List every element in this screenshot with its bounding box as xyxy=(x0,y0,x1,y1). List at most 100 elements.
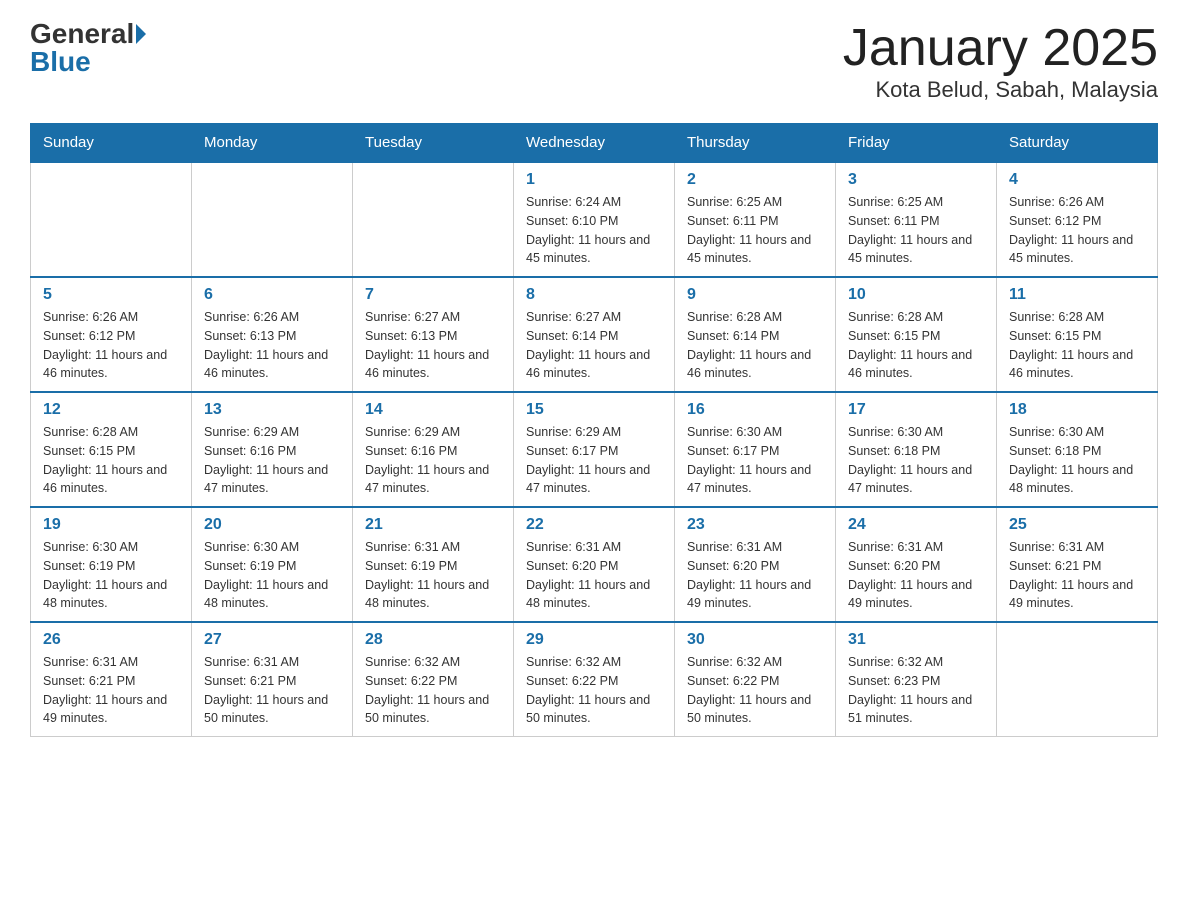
calendar-cell: 27 Sunrise: 6:31 AM Sunset: 6:21 PM Dayli… xyxy=(192,622,353,737)
day-number: 2 xyxy=(687,171,823,189)
calendar-cell: 10 Sunrise: 6:28 AM Sunset: 6:15 PM Dayli… xyxy=(836,277,997,392)
calendar-cell: 13 Sunrise: 6:29 AM Sunset: 6:16 PM Dayli… xyxy=(192,392,353,507)
location-title: Kota Belud, Sabah, Malaysia xyxy=(843,77,1158,103)
day-info: Sunrise: 6:30 AM Sunset: 6:19 PM Dayligh… xyxy=(43,538,179,613)
calendar-cell: 6Sunrise: 6:26 AM Sunset: 6:13 PM Daylig… xyxy=(192,277,353,392)
calendar-cell: 22 Sunrise: 6:31 AM Sunset: 6:20 PM Dayli… xyxy=(514,507,675,622)
day-number: 23 xyxy=(687,516,823,534)
weekday-header-monday: Monday xyxy=(192,124,353,163)
day-number: 26 xyxy=(43,631,179,649)
calendar-cell xyxy=(997,622,1158,737)
day-number: 30 xyxy=(687,631,823,649)
calendar-cell: 26 Sunrise: 6:31 AM Sunset: 6:21 PM Dayli… xyxy=(31,622,192,737)
calendar-cell: 30 Sunrise: 6:32 AM Sunset: 6:22 PM Dayli… xyxy=(675,622,836,737)
day-number: 16 xyxy=(687,401,823,419)
calendar-week-row: 26 Sunrise: 6:31 AM Sunset: 6:21 PM Dayli… xyxy=(31,622,1158,737)
calendar-cell: 7 Sunrise: 6:27 AM Sunset: 6:13 PM Daylig… xyxy=(353,277,514,392)
day-info: Sunrise: 6:24 AM Sunset: 6:10 PM Dayligh… xyxy=(526,193,662,268)
calendar-week-row: 5Sunrise: 6:26 AM Sunset: 6:12 PM Daylig… xyxy=(31,277,1158,392)
weekday-header-friday: Friday xyxy=(836,124,997,163)
calendar-cell: 21 Sunrise: 6:31 AM Sunset: 6:19 PM Dayli… xyxy=(353,507,514,622)
day-info: Sunrise: 6:26 AM Sunset: 6:12 PM Dayligh… xyxy=(1009,193,1145,268)
day-info: Sunrise: 6:31 AM Sunset: 6:20 PM Dayligh… xyxy=(526,538,662,613)
calendar-cell: 24 Sunrise: 6:31 AM Sunset: 6:20 PM Dayli… xyxy=(836,507,997,622)
day-info: Sunrise: 6:25 AM Sunset: 6:11 PM Dayligh… xyxy=(687,193,823,268)
calendar-cell: 29Sunrise: 6:32 AM Sunset: 6:22 PM Dayli… xyxy=(514,622,675,737)
day-info: Sunrise: 6:28 AM Sunset: 6:14 PM Dayligh… xyxy=(687,308,823,383)
header-right: January 2025 Kota Belud, Sabah, Malaysia xyxy=(843,20,1158,103)
day-number: 17 xyxy=(848,401,984,419)
day-info: Sunrise: 6:31 AM Sunset: 6:21 PM Dayligh… xyxy=(204,653,340,728)
day-number: 28 xyxy=(365,631,501,649)
day-number: 24 xyxy=(848,516,984,534)
day-number: 14 xyxy=(365,401,501,419)
calendar-cell: 1 Sunrise: 6:24 AM Sunset: 6:10 PM Daylig… xyxy=(514,162,675,277)
weekday-header-sunday: Sunday xyxy=(31,124,192,163)
day-info: Sunrise: 6:28 AM Sunset: 6:15 PM Dayligh… xyxy=(848,308,984,383)
calendar-week-row: 1 Sunrise: 6:24 AM Sunset: 6:10 PM Daylig… xyxy=(31,162,1158,277)
day-info: Sunrise: 6:32 AM Sunset: 6:22 PM Dayligh… xyxy=(365,653,501,728)
day-info: Sunrise: 6:29 AM Sunset: 6:16 PM Dayligh… xyxy=(365,423,501,498)
day-number: 13 xyxy=(204,401,340,419)
day-number: 15 xyxy=(526,401,662,419)
calendar-cell: 28 Sunrise: 6:32 AM Sunset: 6:22 PM Dayli… xyxy=(353,622,514,737)
day-number: 27 xyxy=(204,631,340,649)
day-info: Sunrise: 6:31 AM Sunset: 6:21 PM Dayligh… xyxy=(43,653,179,728)
day-number: 12 xyxy=(43,401,179,419)
day-number: 22 xyxy=(526,516,662,534)
page-header: General Blue January 2025 Kota Belud, Sa… xyxy=(30,20,1158,103)
day-number: 5 xyxy=(43,286,179,304)
day-info: Sunrise: 6:31 AM Sunset: 6:19 PM Dayligh… xyxy=(365,538,501,613)
calendar-cell xyxy=(31,162,192,277)
day-info: Sunrise: 6:27 AM Sunset: 6:13 PM Dayligh… xyxy=(365,308,501,383)
day-info: Sunrise: 6:32 AM Sunset: 6:22 PM Dayligh… xyxy=(687,653,823,728)
day-number: 8 xyxy=(526,286,662,304)
day-info: Sunrise: 6:32 AM Sunset: 6:23 PM Dayligh… xyxy=(848,653,984,728)
calendar-cell: 3 Sunrise: 6:25 AM Sunset: 6:11 PM Daylig… xyxy=(836,162,997,277)
day-number: 11 xyxy=(1009,286,1145,304)
day-number: 9 xyxy=(687,286,823,304)
weekday-header-tuesday: Tuesday xyxy=(353,124,514,163)
logo-arrow-icon xyxy=(136,24,146,44)
calendar-cell: 19 Sunrise: 6:30 AM Sunset: 6:19 PM Dayli… xyxy=(31,507,192,622)
calendar-cell xyxy=(192,162,353,277)
calendar-header-row: SundayMondayTuesdayWednesdayThursdayFrid… xyxy=(31,124,1158,163)
calendar-cell xyxy=(353,162,514,277)
day-info: Sunrise: 6:30 AM Sunset: 6:17 PM Dayligh… xyxy=(687,423,823,498)
calendar-cell: 15 Sunrise: 6:29 AM Sunset: 6:17 PM Dayli… xyxy=(514,392,675,507)
calendar-cell: 12 Sunrise: 6:28 AM Sunset: 6:15 PM Dayli… xyxy=(31,392,192,507)
day-number: 25 xyxy=(1009,516,1145,534)
calendar-cell: 8 Sunrise: 6:27 AM Sunset: 6:14 PM Daylig… xyxy=(514,277,675,392)
day-number: 1 xyxy=(526,171,662,189)
day-number: 4 xyxy=(1009,171,1145,189)
day-info: Sunrise: 6:29 AM Sunset: 6:17 PM Dayligh… xyxy=(526,423,662,498)
day-info: Sunrise: 6:31 AM Sunset: 6:21 PM Dayligh… xyxy=(1009,538,1145,613)
calendar-cell: 17Sunrise: 6:30 AM Sunset: 6:18 PM Dayli… xyxy=(836,392,997,507)
day-info: Sunrise: 6:28 AM Sunset: 6:15 PM Dayligh… xyxy=(43,423,179,498)
day-info: Sunrise: 6:31 AM Sunset: 6:20 PM Dayligh… xyxy=(848,538,984,613)
calendar-cell: 16 Sunrise: 6:30 AM Sunset: 6:17 PM Dayli… xyxy=(675,392,836,507)
calendar-cell: 4 Sunrise: 6:26 AM Sunset: 6:12 PM Daylig… xyxy=(997,162,1158,277)
day-info: Sunrise: 6:29 AM Sunset: 6:16 PM Dayligh… xyxy=(204,423,340,498)
day-number: 10 xyxy=(848,286,984,304)
weekday-header-saturday: Saturday xyxy=(997,124,1158,163)
day-number: 29 xyxy=(526,631,662,649)
day-number: 7 xyxy=(365,286,501,304)
calendar-cell: 18 Sunrise: 6:30 AM Sunset: 6:18 PM Dayli… xyxy=(997,392,1158,507)
calendar-cell: 23Sunrise: 6:31 AM Sunset: 6:20 PM Dayli… xyxy=(675,507,836,622)
calendar-cell: 14 Sunrise: 6:29 AM Sunset: 6:16 PM Dayli… xyxy=(353,392,514,507)
day-info: Sunrise: 6:28 AM Sunset: 6:15 PM Dayligh… xyxy=(1009,308,1145,383)
calendar-cell: 5Sunrise: 6:26 AM Sunset: 6:12 PM Daylig… xyxy=(31,277,192,392)
day-info: Sunrise: 6:27 AM Sunset: 6:14 PM Dayligh… xyxy=(526,308,662,383)
day-number: 18 xyxy=(1009,401,1145,419)
day-number: 19 xyxy=(43,516,179,534)
day-number: 3 xyxy=(848,171,984,189)
weekday-header-thursday: Thursday xyxy=(675,124,836,163)
calendar-cell: 20Sunrise: 6:30 AM Sunset: 6:19 PM Dayli… xyxy=(192,507,353,622)
day-info: Sunrise: 6:30 AM Sunset: 6:18 PM Dayligh… xyxy=(1009,423,1145,498)
day-number: 21 xyxy=(365,516,501,534)
calendar-cell: 11 Sunrise: 6:28 AM Sunset: 6:15 PM Dayli… xyxy=(997,277,1158,392)
weekday-header-wednesday: Wednesday xyxy=(514,124,675,163)
day-info: Sunrise: 6:25 AM Sunset: 6:11 PM Dayligh… xyxy=(848,193,984,268)
day-info: Sunrise: 6:30 AM Sunset: 6:19 PM Dayligh… xyxy=(204,538,340,613)
